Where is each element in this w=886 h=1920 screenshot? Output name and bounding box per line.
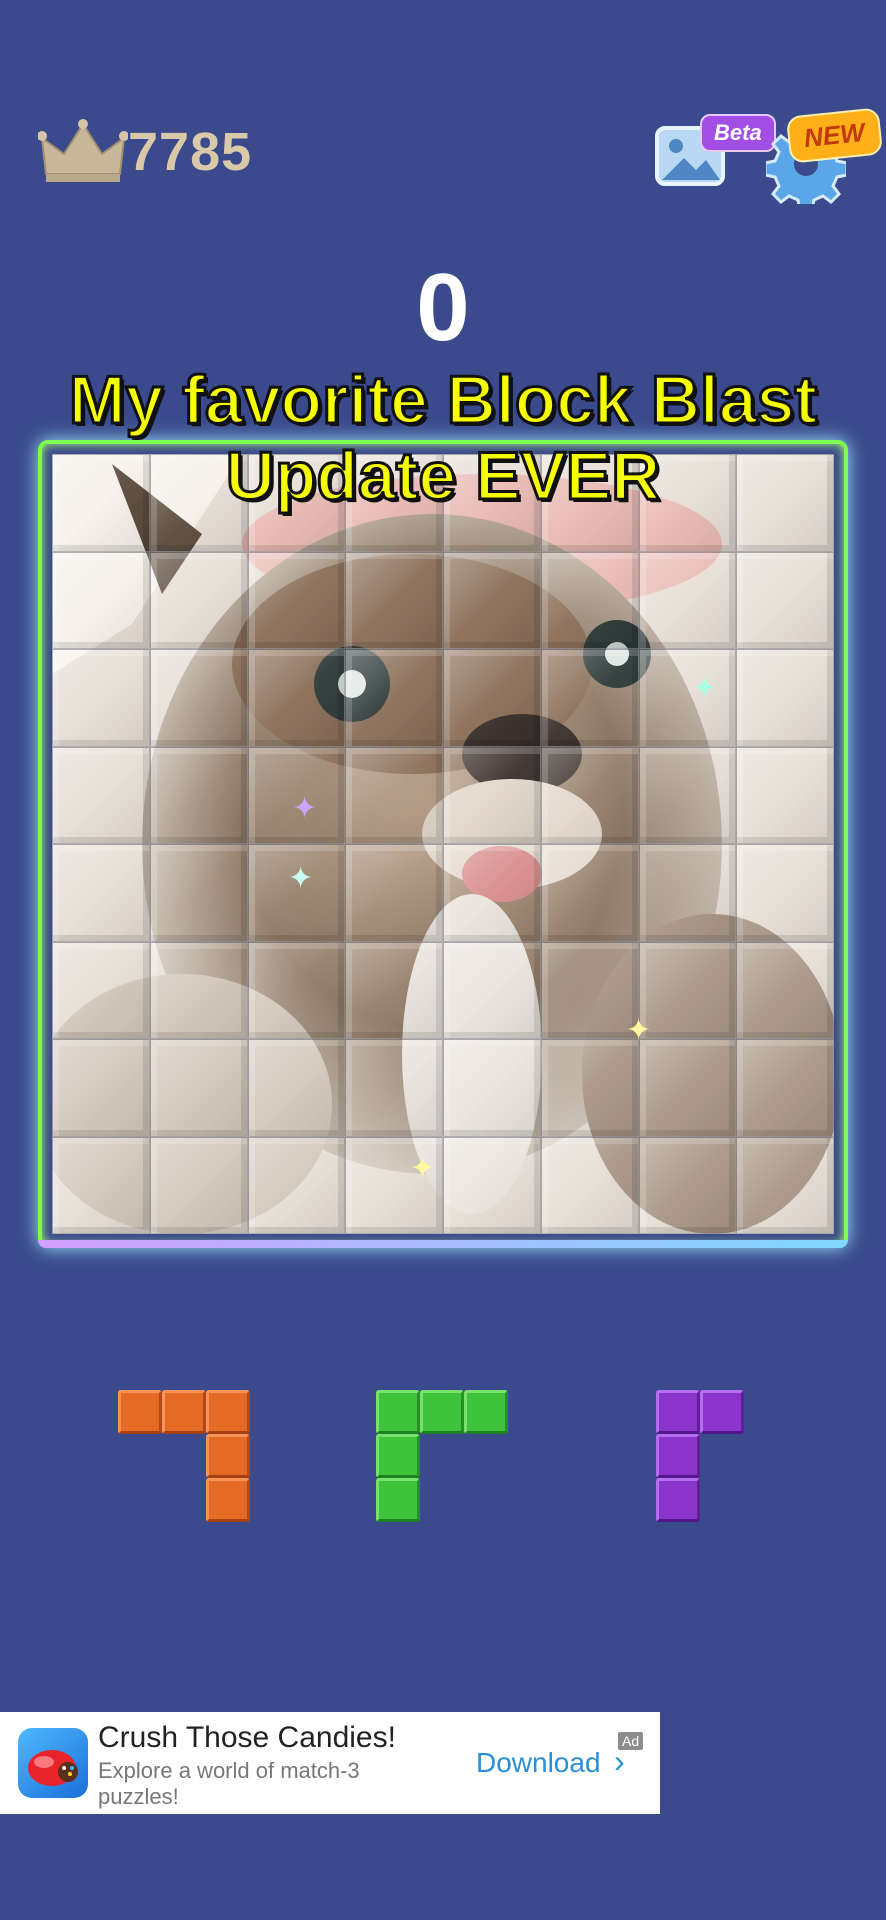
piece-tray [0, 1390, 886, 1550]
board-cell[interactable] [149, 1136, 248, 1234]
green-piece-block [420, 1390, 464, 1434]
green-piece-block [376, 1390, 420, 1434]
board-cell[interactable] [149, 746, 248, 844]
board-cell[interactable] [638, 551, 737, 649]
board-cell[interactable] [540, 941, 639, 1039]
board-cell[interactable] [149, 551, 248, 649]
board-cell[interactable] [540, 551, 639, 649]
board-cell[interactable] [149, 941, 248, 1039]
board-cell[interactable] [52, 1039, 150, 1137]
board-cell[interactable] [52, 551, 150, 649]
green-piece-block [376, 1478, 420, 1522]
board-cell[interactable] [247, 551, 346, 649]
board-cell[interactable] [52, 941, 150, 1039]
green-piece-block [376, 1434, 420, 1478]
video-caption: My favorite Block Blast Update EVER [0, 361, 886, 516]
board-cell[interactable] [540, 746, 639, 844]
green-piece-block [464, 1390, 508, 1434]
board-cell[interactable] [736, 746, 834, 844]
board-cell[interactable] [540, 649, 639, 747]
board-cell[interactable] [540, 1039, 639, 1137]
board-cell[interactable] [345, 746, 443, 844]
board-cell[interactable] [52, 649, 150, 747]
board-cell[interactable] [736, 551, 834, 649]
orange-piece-block [206, 1478, 250, 1522]
ad-description: Explore a world of match-3 puzzles! [98, 1758, 360, 1809]
board-cell[interactable] [345, 649, 443, 747]
orange-piece-block [162, 1390, 206, 1434]
purple-piece-block [656, 1478, 700, 1522]
board-cell[interactable] [736, 1136, 834, 1234]
ad-title: Crush Those Candies! [98, 1721, 396, 1754]
orange-piece-block [118, 1390, 162, 1434]
caption-line-2: Update EVER [224, 437, 662, 516]
caption-line-1: My favorite Block Blast [67, 361, 818, 440]
board-cell[interactable] [247, 1136, 346, 1234]
board-cell[interactable] [443, 649, 541, 747]
sparkle-icon: ✦ [692, 672, 718, 705]
board-cell[interactable] [149, 844, 248, 942]
board-cell[interactable] [247, 941, 346, 1039]
orange-piece-block [206, 1434, 250, 1478]
board-cell[interactable] [638, 746, 737, 844]
board-cell[interactable] [149, 649, 248, 747]
candy-crush-app-icon [18, 1728, 88, 1798]
ad-banner[interactable]: Crush Those Candies! Explore a world of … [0, 1712, 660, 1814]
new-badge: NEW [785, 107, 883, 164]
board-cell[interactable] [149, 1039, 248, 1137]
board-cell[interactable] [736, 844, 834, 942]
board-cell[interactable] [52, 746, 150, 844]
game-board-frame: ✦ ✦ ✦ ✦ ✦ [38, 440, 848, 1248]
board-cell[interactable] [443, 1136, 541, 1234]
board-cell[interactable] [443, 746, 541, 844]
board-cell[interactable] [638, 1039, 737, 1137]
board-cell[interactable] [638, 649, 737, 747]
board-cell[interactable] [638, 844, 737, 942]
board-cell[interactable] [443, 941, 541, 1039]
ad-download-button[interactable]: Download [476, 1746, 601, 1780]
board-cell[interactable] [736, 1039, 834, 1137]
purple-piece-block [656, 1434, 700, 1478]
board-cell[interactable] [540, 1136, 639, 1234]
board-cell[interactable] [345, 941, 443, 1039]
board-cell[interactable] [52, 1136, 150, 1234]
top-bar: 7785 Beta NEW [0, 0, 886, 220]
board-cell[interactable] [736, 941, 834, 1039]
purple-piece-block [656, 1390, 700, 1434]
board-cell[interactable] [736, 649, 834, 747]
board-cell[interactable] [443, 551, 541, 649]
board-cell[interactable] [638, 1136, 737, 1234]
board-cell[interactable] [443, 1039, 541, 1137]
sparkle-icon: ✦ [410, 1152, 436, 1185]
board-cell[interactable] [345, 551, 443, 649]
purple-piece-block [700, 1390, 744, 1434]
beta-badge: Beta [700, 114, 776, 152]
board-cell[interactable] [443, 844, 541, 942]
board-grid [52, 454, 834, 1234]
board-cell[interactable] [540, 844, 639, 942]
sparkle-icon: ✦ [292, 792, 318, 825]
sparkle-icon: ✦ [626, 1014, 652, 1047]
board-cell[interactable] [638, 941, 737, 1039]
best-score: 7785 [128, 122, 253, 182]
crown-icon [38, 119, 128, 182]
board-cell[interactable] [247, 649, 346, 747]
board-cell[interactable] [345, 844, 443, 942]
ad-tag: Ad [618, 1732, 644, 1750]
sparkle-icon: ✦ [288, 862, 314, 895]
board-cell[interactable] [52, 844, 150, 942]
board-cell[interactable] [247, 1039, 346, 1137]
orange-piece-block [206, 1390, 250, 1434]
board-cell[interactable] [345, 1039, 443, 1137]
current-score: 0 [416, 254, 470, 361]
game-board[interactable]: ✦ ✦ ✦ ✦ ✦ [52, 454, 834, 1234]
